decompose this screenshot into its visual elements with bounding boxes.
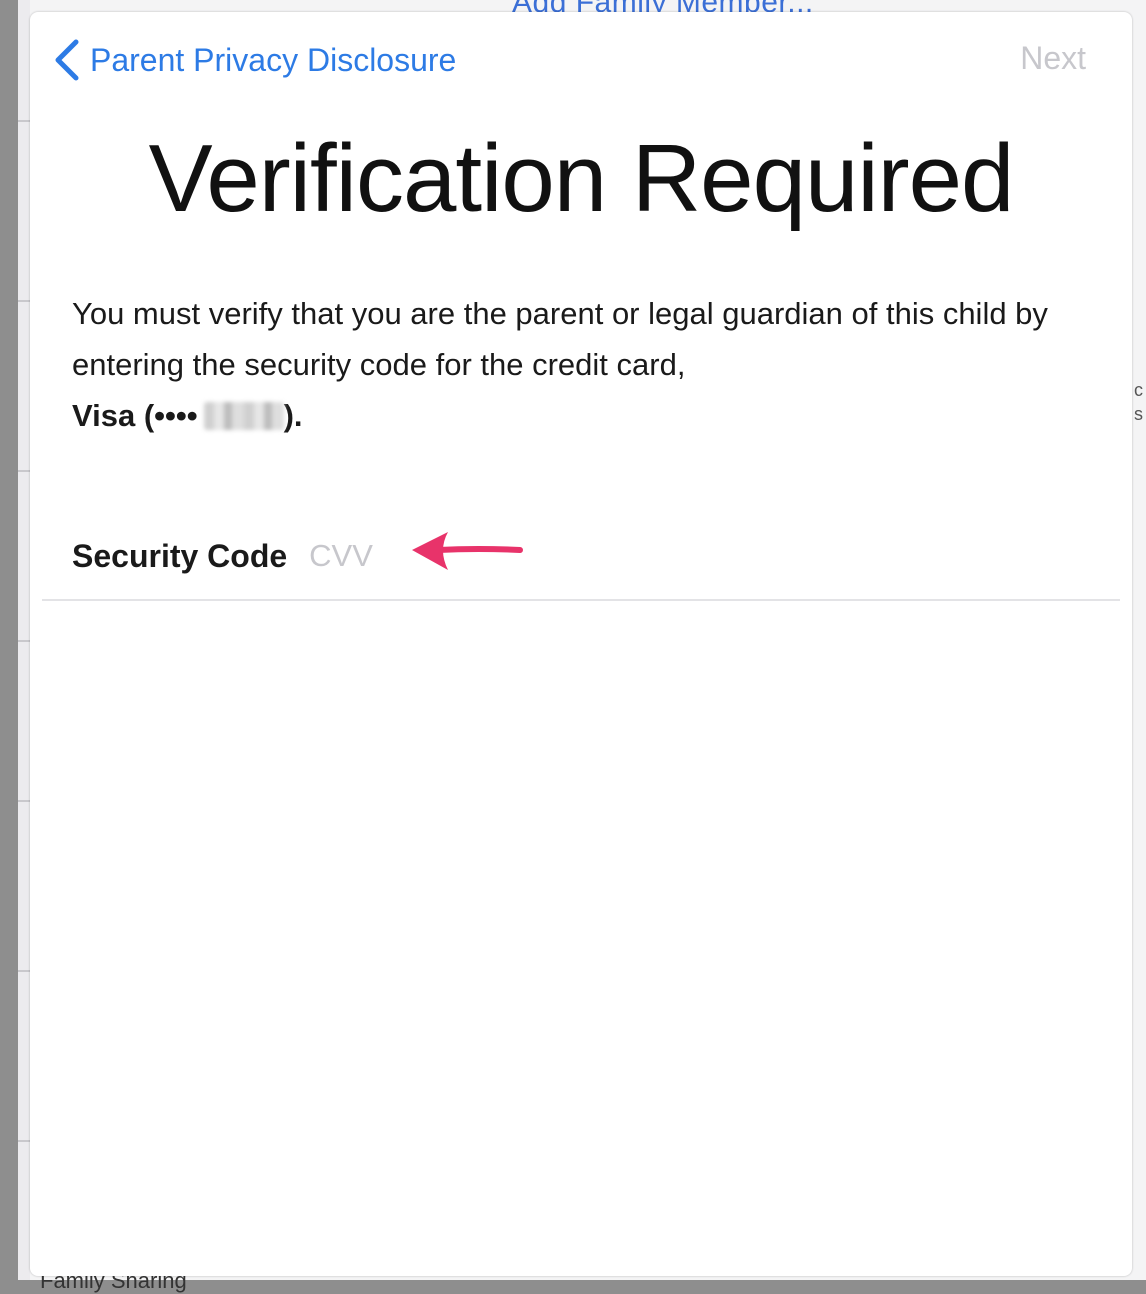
back-button[interactable]: Parent Privacy Disclosure (52, 38, 456, 82)
arrow-left-icon (412, 532, 523, 570)
field-separator (42, 599, 1120, 601)
background-right-glyph: s (1134, 404, 1143, 424)
card-prefix: Visa (•••• (72, 398, 198, 433)
card-suffix: ). (283, 398, 303, 433)
back-button-label: Parent Privacy Disclosure (90, 41, 457, 78)
card-info: Visa (••••). (72, 390, 1082, 441)
security-code-label: Security Code (72, 537, 288, 574)
description-text: You must verify that you are the parent … (72, 296, 1048, 382)
verification-modal: Parent Privacy Disclosure Next Verificat… (30, 12, 1132, 1276)
page-title: Verification Required (148, 125, 1015, 232)
background-right-glyph: c (1134, 380, 1143, 400)
chevron-left-icon (52, 38, 82, 82)
redacted-card-digits (203, 402, 284, 430)
verification-description: You must verify that you are the parent … (72, 288, 1082, 441)
next-button[interactable]: Next (1020, 40, 1086, 77)
security-code-input[interactable] (309, 538, 400, 574)
security-code-row: Security Code (72, 524, 400, 588)
